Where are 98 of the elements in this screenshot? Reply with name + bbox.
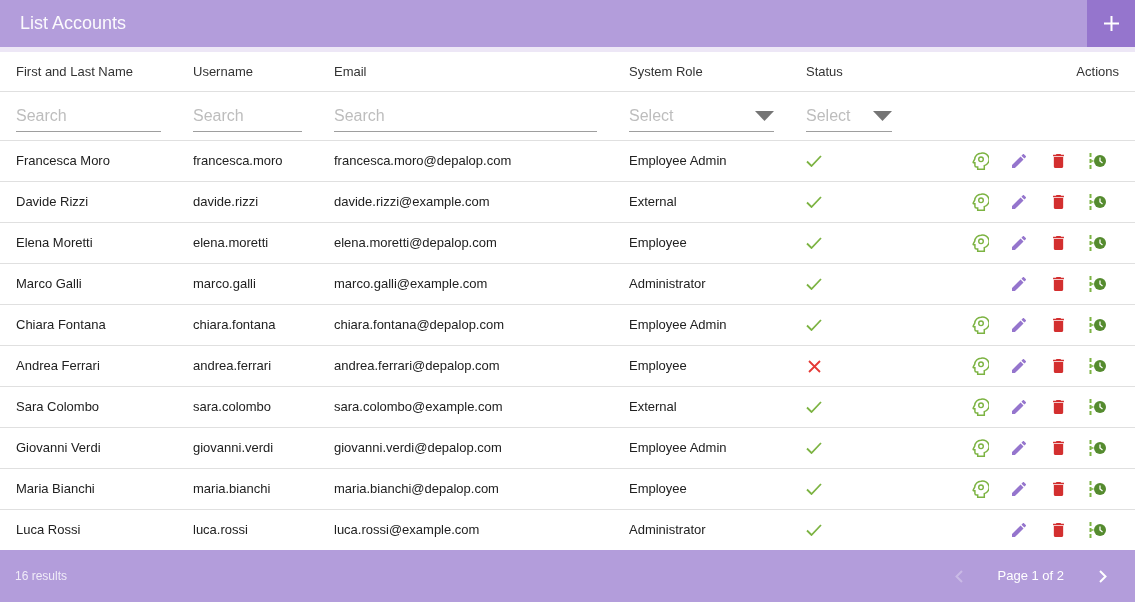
table-cell-text: Employee Admin — [629, 152, 727, 171]
table-cell-text: sara.colombo@example.com — [334, 398, 503, 417]
search-field[interactable]: Search — [334, 100, 597, 132]
clock-icon — [1088, 235, 1106, 251]
table-cell-text: luca.rossi — [193, 521, 248, 540]
table-cell-text: sara.colombo — [193, 398, 272, 417]
table-cell-text: Giovanni Verdi — [16, 439, 101, 458]
column-header: Actions — [1076, 62, 1119, 81]
pencil-icon — [1012, 523, 1026, 537]
table-cell-text: chiara.fontana@depalop.com — [334, 316, 505, 335]
search-field[interactable]: Search — [16, 100, 161, 132]
head-icon — [971, 193, 989, 211]
caret-icon — [873, 110, 892, 121]
trash-icon — [1052, 523, 1064, 537]
table-cell-text: maria.bianchi — [193, 480, 271, 499]
table-cell-text: luca.rossi@example.com — [334, 521, 480, 540]
trash-icon — [1052, 277, 1064, 291]
table-cell-text: francesca.moro — [193, 152, 283, 171]
caret-icon — [755, 110, 774, 121]
table-cell-text: chiara.fontana — [193, 316, 276, 335]
plus-icon — [1103, 16, 1119, 31]
table-cell-text: Employee Admin — [629, 316, 727, 335]
head-icon — [971, 480, 989, 498]
page-title: List Accounts — [19, 12, 127, 35]
head-icon — [971, 439, 989, 457]
clock-icon — [1088, 358, 1106, 374]
pencil-icon — [1012, 277, 1026, 291]
select-field[interactable]: Select — [806, 100, 892, 132]
clock-icon — [1088, 153, 1106, 169]
pencil-icon — [1012, 154, 1026, 168]
clock-icon — [1088, 522, 1106, 538]
table-cell-text: andrea.ferrari@depalop.com — [334, 357, 500, 376]
table-cell-text: Chiara Fontana — [16, 316, 106, 335]
trash-icon — [1052, 154, 1064, 168]
chevron-left-icon — [954, 569, 963, 583]
table-cell-text: giovanni.verdi — [193, 439, 274, 458]
column-header: Email — [334, 62, 367, 81]
pencil-icon — [1012, 195, 1026, 209]
pencil-icon — [1012, 441, 1026, 455]
table-cell-text: Employee Admin — [629, 439, 727, 458]
table-cell-text: andrea.ferrari — [193, 357, 272, 376]
trash-icon — [1052, 359, 1064, 373]
search-field[interactable]: Search — [193, 100, 302, 132]
table-cell-text: Francesca Moro — [16, 152, 110, 171]
column-header: First and Last Name — [16, 62, 134, 81]
add-button[interactable] — [1087, 0, 1135, 47]
table-cell-text: Davide Rizzi — [16, 193, 89, 212]
table-cell-text: Administrator — [629, 521, 706, 540]
trash-icon — [1052, 195, 1064, 209]
pencil-icon — [1012, 359, 1026, 373]
table-cell-text: Andrea Ferrari — [16, 357, 100, 376]
pencil-icon — [1012, 318, 1026, 332]
table-cell-text: Luca Rossi — [16, 521, 81, 540]
table-cell-text: External — [629, 398, 677, 417]
table-cell-text: francesca.moro@depalop.com — [334, 152, 512, 171]
table-cell-text: Employee — [629, 480, 687, 499]
column-header: Status — [806, 62, 843, 81]
table-cell-text: elena.moretti — [193, 234, 269, 253]
table-cell-text: davide.rizzi — [193, 193, 259, 212]
head-icon — [971, 234, 989, 252]
clock-icon — [1088, 399, 1106, 415]
table-cell-text: marco.galli — [193, 275, 256, 294]
column-header: Username — [193, 62, 253, 81]
table-cell-text: marco.galli@example.com — [334, 275, 488, 294]
chevron-right-icon — [1099, 569, 1107, 583]
table-cell-text: giovanni.verdi@depalop.com — [334, 439, 502, 458]
pencil-icon — [1012, 482, 1026, 496]
select-field[interactable]: Select — [629, 100, 774, 132]
table-cell-text: Administrator — [629, 275, 706, 294]
head-icon — [971, 316, 989, 334]
table-cell-text: Employee — [629, 357, 687, 376]
page-indicator: Page 1 of 2 — [997, 567, 1064, 586]
trash-icon — [1052, 236, 1064, 250]
results-count: 16 results — [14, 568, 68, 585]
clock-icon — [1088, 440, 1106, 456]
table-cell-text: Elena Moretti — [16, 234, 93, 253]
column-header: System Role — [629, 62, 703, 81]
clock-icon — [1088, 317, 1106, 333]
head-icon — [971, 357, 989, 375]
table-cell-text: Maria Bianchi — [16, 480, 95, 499]
clock-icon — [1088, 276, 1106, 292]
table-cell-text: External — [629, 193, 677, 212]
table-cell-text: elena.moretti@depalop.com — [334, 234, 497, 253]
table-cell-text: davide.rizzi@example.com — [334, 193, 490, 212]
table-cell-text: Marco Galli — [16, 275, 82, 294]
trash-icon — [1052, 482, 1064, 496]
trash-icon — [1052, 400, 1064, 414]
clock-icon — [1088, 481, 1106, 497]
table-cell-text: maria.bianchi@depalop.com — [334, 480, 499, 499]
pencil-icon — [1012, 236, 1026, 250]
trash-icon — [1052, 318, 1064, 332]
table-cell-text: Employee — [629, 234, 687, 253]
head-icon — [971, 152, 989, 170]
head-icon — [971, 398, 989, 416]
pencil-icon — [1012, 400, 1026, 414]
table-cell-text: Sara Colombo — [16, 398, 100, 417]
clock-icon — [1088, 194, 1106, 210]
trash-icon — [1052, 441, 1064, 455]
